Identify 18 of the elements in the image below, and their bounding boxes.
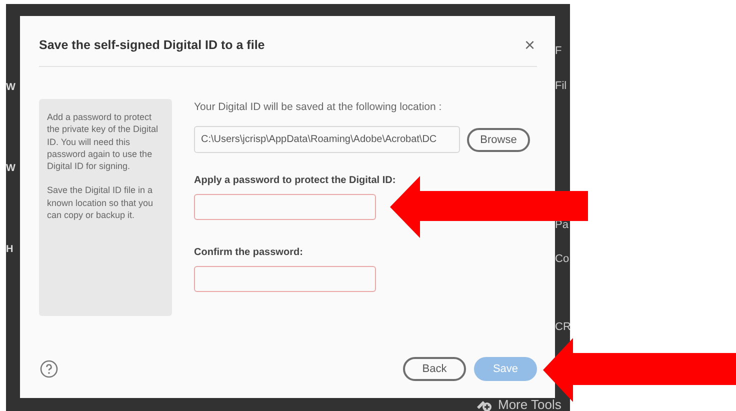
close-button[interactable]: ×	[522, 36, 537, 54]
info-text: Add a password to protect the private key of the Digital ID. You will need this password again to use the Digital ID for signing.	[47, 111, 160, 172]
background-text: F	[555, 45, 563, 57]
background-text: H	[6, 244, 14, 255]
location-field[interactable]: C:\Users\jcrisp\AppData\Roaming\Adobe\Acrobat\DC	[194, 126, 460, 153]
background-text: CR	[555, 321, 570, 333]
background-text: Co	[555, 253, 570, 265]
confirm-label: Confirm the password:	[194, 247, 304, 258]
location-label: Your Digital ID will be saved at the following location :	[194, 101, 443, 113]
background-text: W	[6, 163, 16, 174]
more-tools-label[interactable]: More Tools	[498, 397, 562, 411]
info-text: Save the Digital ID file in a known location so that you can copy or backup it.	[47, 184, 154, 222]
background-text: Fil	[555, 80, 568, 92]
back-button[interactable]: Back	[403, 357, 466, 381]
password-label: Apply a password to protect the Digital ID:	[194, 175, 397, 186]
dialog-title: Save the self-signed Digital ID to a file	[39, 38, 265, 52]
background-text: W	[6, 82, 16, 93]
browse-button[interactable]: Browse	[467, 128, 530, 152]
